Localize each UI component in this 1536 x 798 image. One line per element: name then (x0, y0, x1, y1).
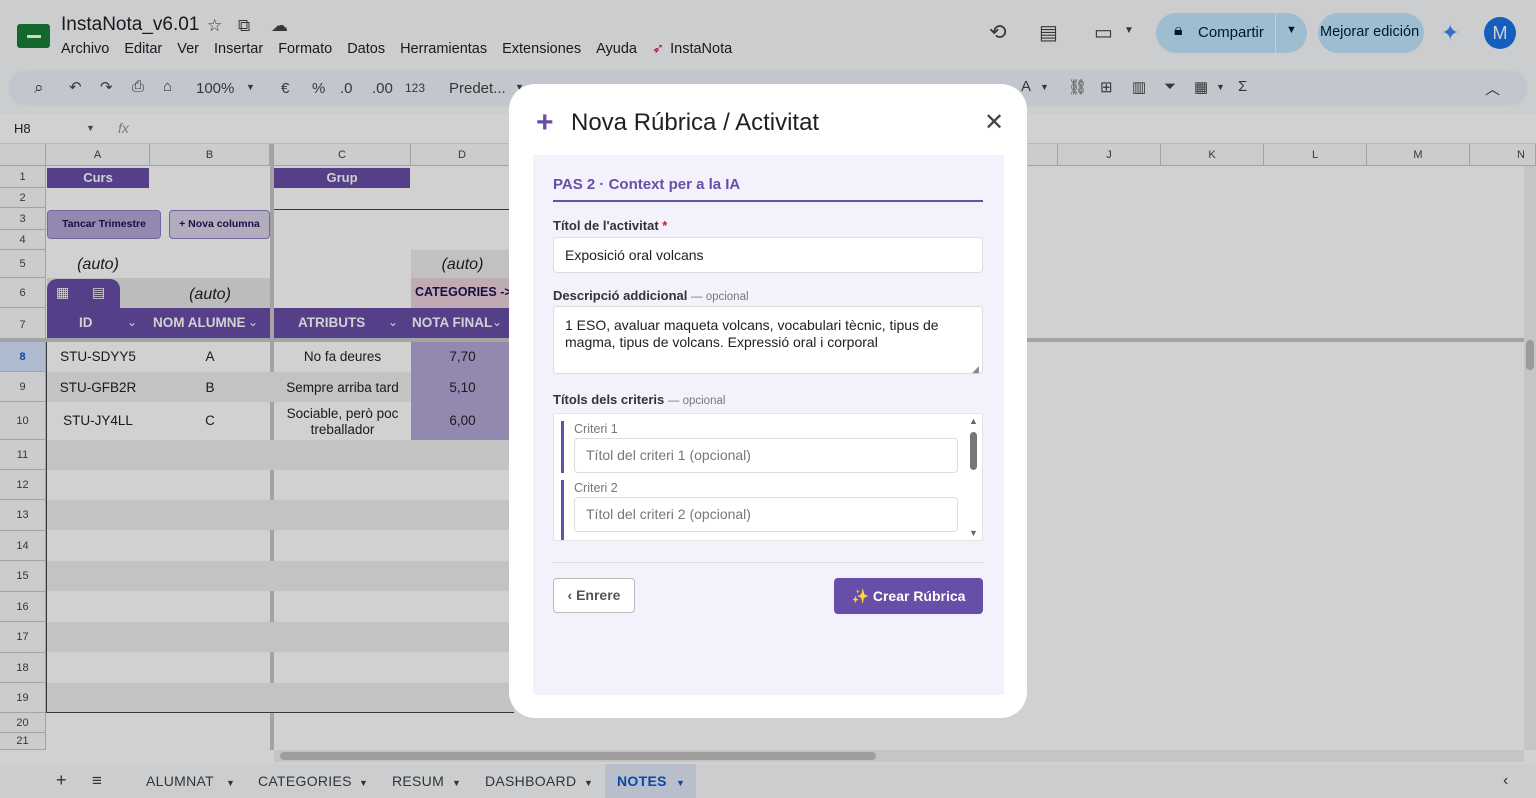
description-label-text: Descripció addicional (553, 288, 688, 303)
criteria-label: Títols dels criteris — opcional (553, 392, 725, 407)
scroll-up-icon[interactable]: ▲ (969, 416, 978, 426)
criterion-input[interactable]: Títol del criteri 2 (opcional) (574, 497, 958, 532)
criterion-label: Criteri 1 (574, 422, 618, 436)
required-mark: * (662, 218, 668, 233)
activity-title-label: Títol de l'activitat * (553, 218, 667, 233)
step-title: PAS 2 · Context per a la IA (553, 176, 741, 193)
optional-tag: — opcional (691, 291, 749, 303)
create-rubric-button[interactable]: ✨ Crear Rúbrica (834, 578, 983, 614)
criteria-label-text: Títols dels criteris (553, 392, 665, 407)
criteria-scroll-thumb[interactable] (970, 432, 977, 470)
description-textarea[interactable]: 1 ESO, avaluar maqueta volcans, vocabula… (553, 306, 983, 374)
description-value: 1 ESO, avaluar maqueta volcans, vocabula… (565, 317, 939, 350)
footer-divider (553, 562, 983, 563)
scroll-down-icon[interactable]: ▼ (969, 528, 978, 538)
criterion-input[interactable]: Títol del criteri 1 (opcional) (574, 438, 958, 473)
criteria-accent-bar (561, 480, 564, 540)
back-button[interactable]: ‹ Enrere (553, 578, 635, 613)
activity-title-input[interactable]: Exposició oral volcans (553, 237, 983, 273)
criterion-label: Criteri 2 (574, 481, 618, 495)
spreadsheet-app: { "app": { "doc_title": "InstaNota_v6.01… (0, 0, 1536, 798)
optional-tag: — opcional (667, 395, 726, 407)
plus-icon: + (536, 106, 554, 139)
activity-title-label-text: Títol de l'activitat (553, 218, 659, 233)
description-label: Descripció addicional — opcional (553, 288, 749, 303)
resize-handle-icon[interactable]: ◢ (972, 364, 979, 375)
close-icon[interactable]: ✕ (984, 108, 1004, 137)
step-underline (553, 200, 983, 202)
dialog-title: Nova Rúbrica / Activitat (571, 109, 820, 136)
criteria-accent-bar (561, 421, 564, 473)
